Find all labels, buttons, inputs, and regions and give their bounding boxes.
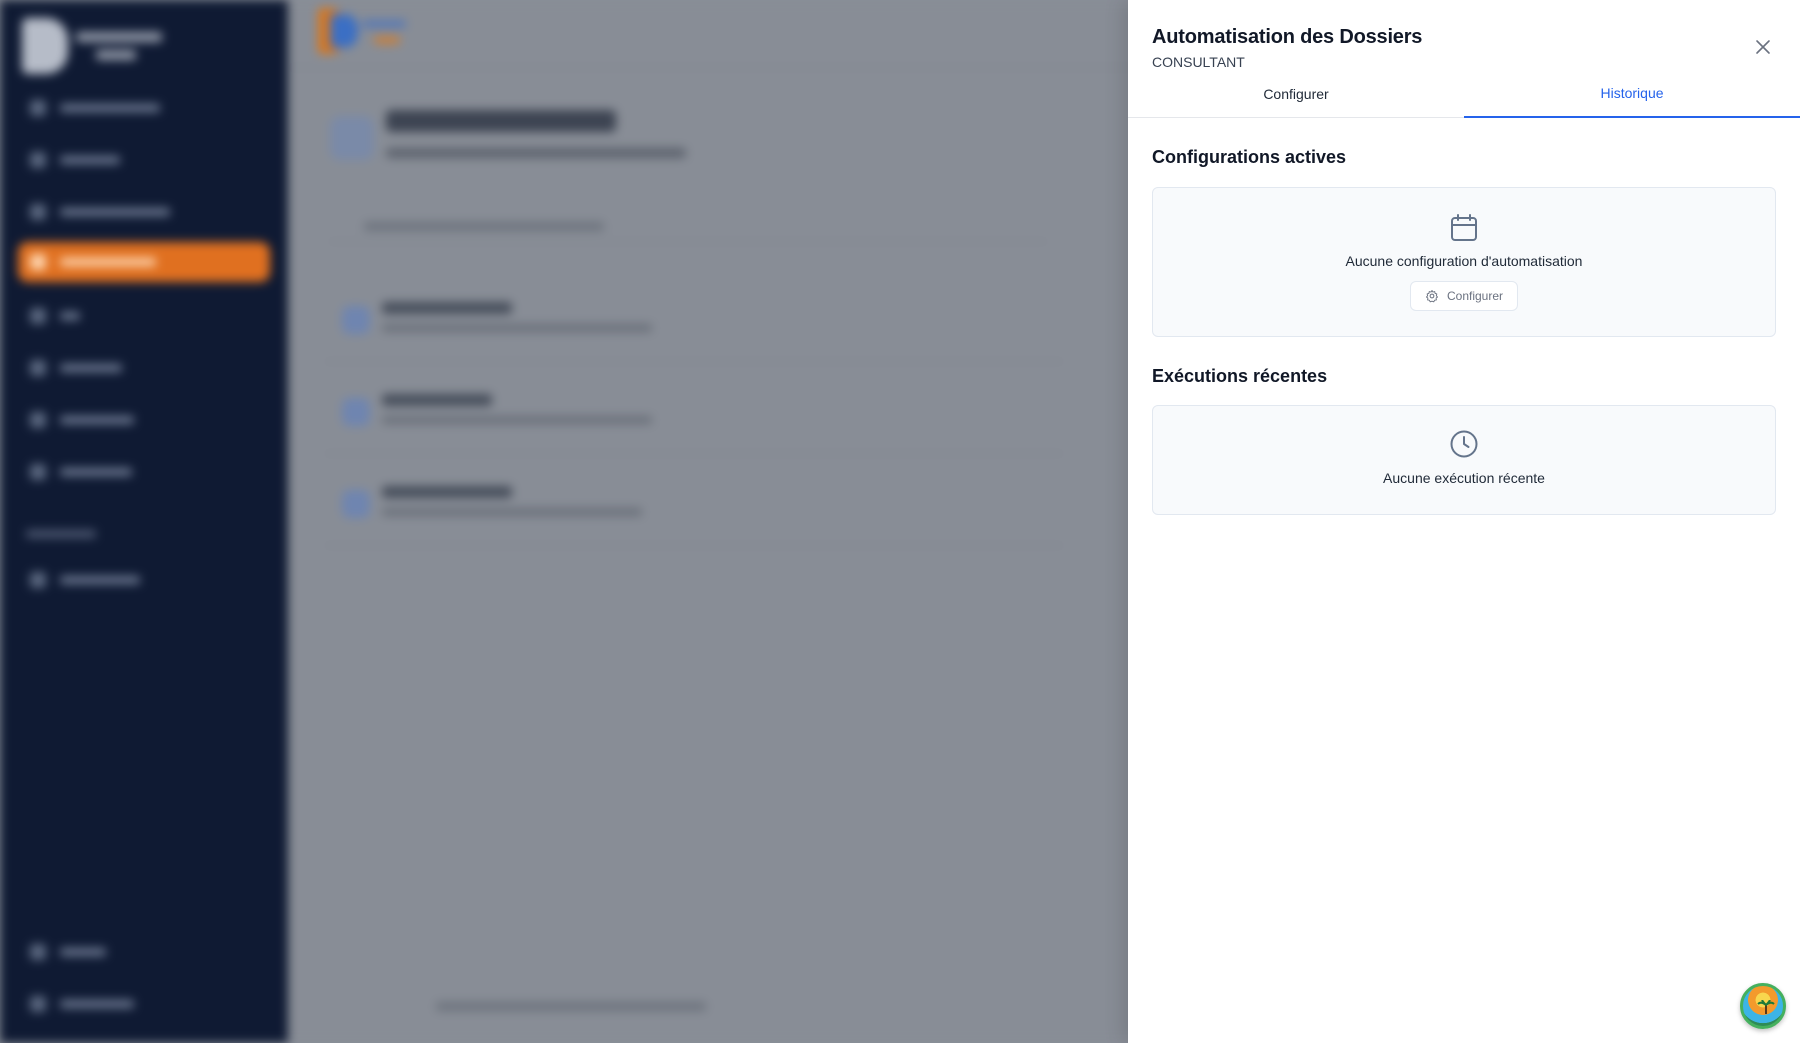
automation-drawer: Automatisation des Dossiers CONSULTANT C… — [1128, 0, 1800, 1043]
close-icon — [1756, 40, 1770, 54]
tab-label: Historique — [1600, 85, 1664, 101]
configure-button-label: Configurer — [1446, 289, 1504, 303]
recent-runs-title: Exécutions récentes — [1152, 366, 1328, 386]
tab-label: Configurer — [1263, 86, 1329, 102]
list-item — [324, 282, 1064, 362]
configure-button[interactable]: Configurer — [1409, 281, 1519, 311]
drawer-subtitle: CONSULTANT — [1152, 54, 1245, 70]
close-button[interactable] — [1752, 36, 1774, 58]
sidebar-item — [18, 560, 270, 600]
sidebar-item-active — [18, 242, 270, 282]
page-subtitle — [386, 148, 686, 158]
gear-icon — [1425, 289, 1438, 303]
sidebar-item — [18, 192, 270, 232]
sidebar-item — [18, 296, 270, 336]
active-configs-empty-text: Aucune configuration d'automatisation — [1345, 253, 1583, 269]
recent-runs-empty-state: Aucune exécution récente — [1152, 405, 1776, 515]
tab-bar: Configurer Historique — [1128, 82, 1800, 118]
list-item — [324, 466, 1064, 546]
active-configs-title: Configurations actives — [1152, 147, 1347, 167]
calendar-icon — [1451, 214, 1477, 241]
page-icon — [330, 116, 374, 160]
drawer-title: Automatisation des Dossiers — [1152, 26, 1423, 48]
sidebar-item — [18, 932, 270, 972]
sidebar-section-label — [26, 530, 96, 538]
sidebar-item — [18, 348, 270, 388]
sidebar-item — [18, 452, 270, 492]
avatar[interactable] — [1740, 983, 1786, 1029]
sidebar-item — [18, 140, 270, 180]
top-logo — [318, 8, 408, 54]
list-item — [324, 374, 1064, 454]
palm-tree-icon — [1757, 1000, 1775, 1014]
page-title — [386, 110, 616, 132]
app-logo — [22, 18, 162, 74]
tab-historique[interactable]: Historique — [1464, 82, 1800, 118]
sidebar-item — [18, 88, 270, 128]
footer-text — [436, 1002, 706, 1011]
sidebar — [0, 0, 288, 1043]
recent-runs-empty-text: Aucune exécution récente — [1383, 470, 1545, 486]
search-bar — [328, 212, 1048, 242]
clock-icon — [1450, 430, 1478, 458]
active-configs-empty-state: Aucune configuration d'automatisation Co… — [1152, 187, 1776, 337]
tab-configurer[interactable]: Configurer — [1128, 82, 1464, 118]
sidebar-item — [18, 984, 270, 1024]
sidebar-item — [18, 400, 270, 440]
